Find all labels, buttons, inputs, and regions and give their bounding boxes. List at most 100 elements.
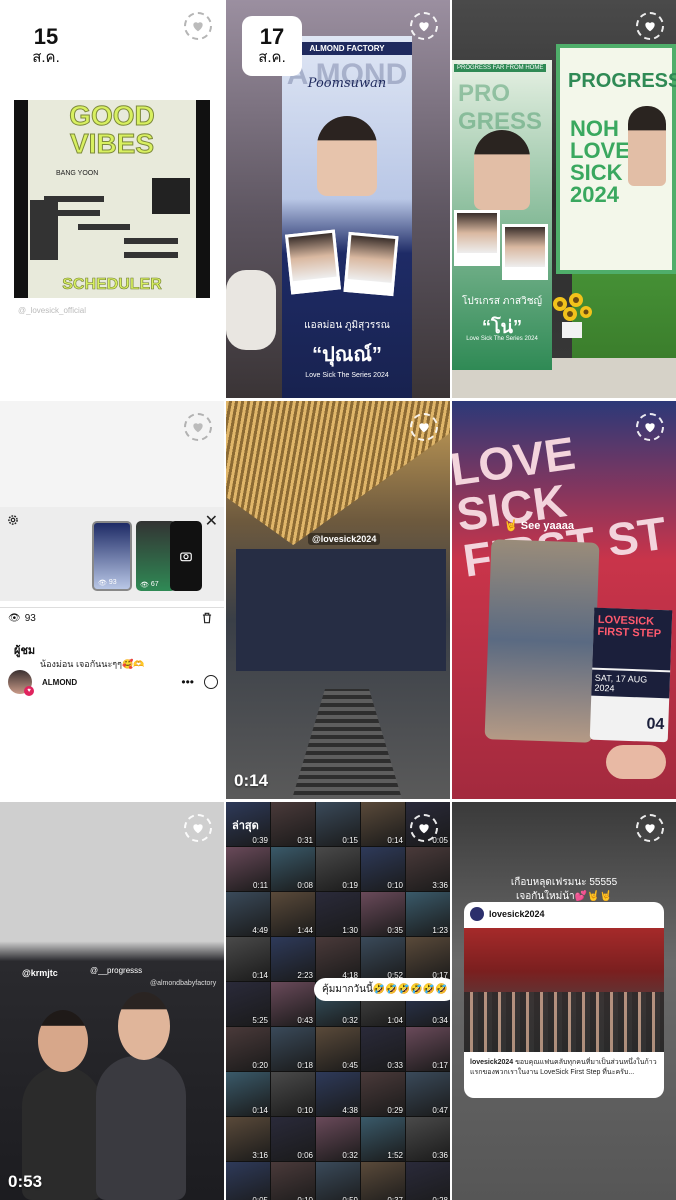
viewer-row[interactable]: ♥ ALMOND ••• bbox=[8, 669, 218, 696]
video-thumbnail[interactable]: 0:14 bbox=[361, 802, 405, 846]
video-thumbnail[interactable]: 0:14 bbox=[226, 1072, 270, 1116]
video-thumbnail[interactable]: 0:28 bbox=[406, 1162, 450, 1200]
video-thumbnail[interactable]: 0:35 bbox=[361, 892, 405, 936]
mention-tag[interactable]: @krmjtc bbox=[22, 968, 58, 978]
story-tile-4[interactable]: ✕ 👁 93 👁 67 👁 93 ผู้ชม น้องม่อน เจอกันนะ… bbox=[0, 401, 224, 799]
heart-icon[interactable] bbox=[636, 413, 664, 441]
heart-icon[interactable] bbox=[636, 814, 664, 842]
video-thumbnail[interactable]: 4:18 bbox=[316, 937, 360, 981]
video-thumbnail[interactable]: 1:52 bbox=[361, 1117, 405, 1161]
video-thumbnail[interactable]: 0:19 bbox=[316, 847, 360, 891]
video-duration: 0:18 bbox=[297, 1061, 313, 1070]
video-thumbnail[interactable]: 0:20 bbox=[226, 1027, 270, 1071]
avatar[interactable]: ♥ bbox=[8, 670, 34, 696]
video-thumbnail[interactable]: 0:05 bbox=[226, 1162, 270, 1200]
video-thumbnail[interactable]: 0:47 bbox=[406, 1072, 450, 1116]
more-icon[interactable]: ••• bbox=[181, 675, 194, 689]
video-thumbnail[interactable]: 1:30 bbox=[316, 892, 360, 936]
add-story-button[interactable] bbox=[170, 521, 202, 591]
video-thumbnail[interactable]: 0:52 bbox=[361, 937, 405, 981]
video-thumbnail[interactable]: 0:14 bbox=[226, 937, 270, 981]
video-thumbnail[interactable]: 0:33 bbox=[361, 1027, 405, 1071]
poster-title: GOOD VIBES bbox=[69, 100, 156, 159]
poster-footer: SCHEDULER bbox=[62, 276, 162, 294]
avatar bbox=[470, 907, 484, 921]
story-tile-5[interactable]: @lovesick2024 0:14 bbox=[226, 401, 450, 799]
heart-icon[interactable] bbox=[636, 12, 664, 40]
trash-icon[interactable] bbox=[200, 611, 214, 625]
video-thumbnail[interactable]: 0:43 bbox=[271, 982, 315, 1026]
video-duration: 0:37 bbox=[387, 1196, 403, 1200]
heart-icon[interactable] bbox=[184, 814, 212, 842]
story-tile-8[interactable]: 0:39 0:31 0:15 0:14 0:05 0:11 0:08 0:19 0:10 3:36… bbox=[226, 802, 450, 1200]
story-tile-3[interactable]: PROGRESS FAR FROM HOME PRO GRESS โปรเกรส… bbox=[452, 0, 676, 398]
video-thumbnail[interactable]: 3:16 bbox=[226, 1117, 270, 1161]
video-thumbnail[interactable]: 0:31 bbox=[271, 802, 315, 846]
story-tile-2[interactable]: ALMOND FACTORY A MOND Poomsuwan แอลม่อน … bbox=[226, 0, 450, 398]
heart-icon[interactable] bbox=[184, 413, 212, 441]
thumb-view-count: 67 bbox=[150, 581, 159, 588]
video-duration: 0:19 bbox=[342, 881, 358, 890]
video-thumbnail[interactable]: 0:15 bbox=[316, 802, 360, 846]
post-header: lovesick2024 bbox=[464, 902, 664, 926]
video-thumbnail[interactable]: 5:25 bbox=[226, 982, 270, 1026]
video-duration: 0:10 bbox=[387, 881, 403, 890]
video-thumbnail[interactable]: 0:32 bbox=[316, 1117, 360, 1161]
heart-icon[interactable] bbox=[184, 12, 212, 40]
mention-tag[interactable]: @lovesick2024 bbox=[308, 533, 381, 545]
mention-tag[interactable]: @almondbabyfactory bbox=[150, 980, 216, 987]
close-icon[interactable]: ✕ bbox=[205, 511, 218, 531]
banner-thai-name: โปรเกรส ภาสวิชญ์ bbox=[461, 296, 543, 307]
video-duration: 0:14 bbox=[387, 836, 403, 845]
video-duration: 0:59 bbox=[342, 1196, 358, 1200]
video-thumbnail[interactable]: 0:36 bbox=[406, 1117, 450, 1161]
video-thumbnail[interactable]: 3:36 bbox=[406, 847, 450, 891]
schedule-row bbox=[44, 210, 100, 216]
date-month: ส.ค. bbox=[258, 49, 286, 66]
video-thumbnail[interactable]: 0:17 bbox=[406, 1027, 450, 1071]
video-duration: 0:05 bbox=[432, 836, 448, 845]
shared-post-card[interactable]: lovesick2024 lovesick2024 ขอบคุณแฟนคลับท… bbox=[464, 902, 664, 1098]
poster-photo bbox=[152, 178, 190, 214]
story-thumbnail[interactable]: 👁 93 bbox=[92, 521, 132, 591]
video-thumbnail[interactable]: 1:23 bbox=[406, 892, 450, 936]
video-thumbnail[interactable]: 0:10 bbox=[271, 1072, 315, 1116]
mention-tag[interactable]: @__progresss bbox=[90, 966, 142, 975]
poster-photo bbox=[30, 200, 58, 260]
gear-icon[interactable] bbox=[6, 513, 20, 527]
video-thumbnail[interactable]: 0:11 bbox=[226, 847, 270, 891]
video-thumbnail[interactable]: 4:49 bbox=[226, 892, 270, 936]
story-tile-7[interactable]: @krmjtc @__progresss @almondbabyfactory … bbox=[0, 802, 224, 1200]
story-tile-9[interactable]: เกือบหลุดเฟรมนะ 55555 เจอกันใหม่น้า💕🤘🤘 l… bbox=[452, 802, 676, 1200]
video-thumbnail[interactable]: 0:06 bbox=[271, 1117, 315, 1161]
video-duration: 0:45 bbox=[342, 1061, 358, 1070]
video-thumbnail[interactable]: 0:10 bbox=[361, 847, 405, 891]
viewers-sheet: ✕ 👁 93 👁 67 👁 93 ผู้ชม น้องม่อน เจอกันนะ… bbox=[0, 507, 224, 799]
board-title: PROGRESS bbox=[568, 70, 676, 92]
progress-board: PROGRESS NOH LOVE SICK 2024 bbox=[556, 44, 676, 274]
video-thumbnail[interactable]: 0:29 bbox=[361, 1072, 405, 1116]
story-tile-1[interactable]: 15 ส.ค. GOOD VIBES BANG YOON SCHEDULER @… bbox=[0, 0, 224, 398]
messenger-icon[interactable] bbox=[204, 675, 218, 689]
hand bbox=[606, 745, 666, 779]
heart-icon[interactable] bbox=[410, 814, 438, 842]
video-thumbnail[interactable]: 2:23 bbox=[271, 937, 315, 981]
heart-icon[interactable] bbox=[410, 12, 438, 40]
video-thumbnail[interactable]: 0:45 bbox=[316, 1027, 360, 1071]
video-thumbnail[interactable]: 0:59 bbox=[316, 1162, 360, 1200]
video-thumbnail[interactable]: 4:38 bbox=[316, 1072, 360, 1116]
video-thumbnail[interactable]: 0:10 bbox=[271, 1162, 315, 1200]
video-thumbnail[interactable]: 0:18 bbox=[271, 1027, 315, 1071]
heart-icon[interactable] bbox=[410, 413, 438, 441]
video-thumbnail[interactable]: 0:37 bbox=[361, 1162, 405, 1200]
video-duration: 4:38 bbox=[342, 1106, 358, 1115]
video-duration: 2:23 bbox=[297, 971, 313, 980]
post-image bbox=[464, 928, 664, 1052]
video-thumbnail[interactable]: 0:17 bbox=[406, 937, 450, 981]
date-day: 17 bbox=[259, 24, 285, 49]
caption-line: เกือบหลุดเฟรมนะ 55555 bbox=[510, 877, 618, 888]
story-tile-6[interactable]: LOVE SICK FIRST ST 🤘 See yaaaa LOVESICK … bbox=[452, 401, 676, 799]
video-duration: 0:53 bbox=[8, 1172, 43, 1191]
video-thumbnail[interactable]: 1:44 bbox=[271, 892, 315, 936]
video-thumbnail[interactable]: 0:08 bbox=[271, 847, 315, 891]
